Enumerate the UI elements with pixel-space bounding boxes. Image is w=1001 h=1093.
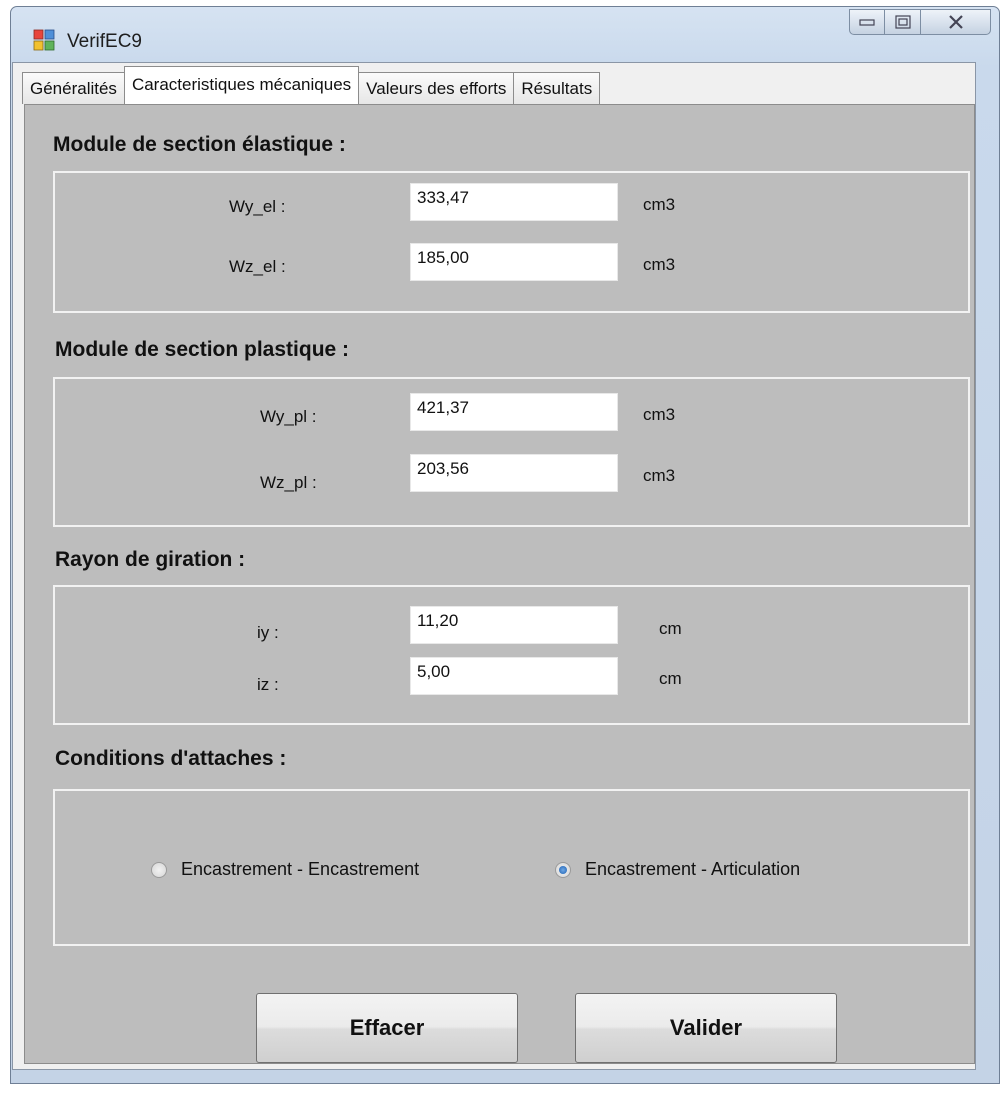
window-title: VerifEC9: [67, 31, 142, 52]
clear-button[interactable]: Effacer: [256, 993, 518, 1063]
close-icon: [948, 15, 963, 29]
wz-el-unit: cm3: [643, 255, 676, 274]
radio-encastrement-encastrement[interactable]: Encastrement - Encastrement: [151, 859, 419, 880]
tab-strip: Généralités Caracteristiques mécaniques …: [22, 66, 601, 104]
validate-button[interactable]: Valider: [575, 993, 837, 1063]
wz-el-input[interactable]: [410, 243, 618, 281]
tab-page-caracteristiques: Module de section élastique : Wy_el : cm…: [24, 104, 975, 1064]
iy-label: iy :: [257, 623, 279, 642]
wz-pl-unit: cm3: [643, 466, 676, 485]
maximize-icon: [894, 15, 911, 29]
radio-label-encastrement-encastrement: Encastrement - Encastrement: [181, 859, 420, 879]
iz-label: iz :: [257, 675, 279, 694]
wy-el-label: Wy_el :: [229, 197, 286, 216]
plastic-section-heading: Module de section plastique :: [55, 338, 350, 361]
wy-pl-label: Wy_pl :: [260, 407, 317, 426]
wz-pl-label: Wz_pl :: [260, 473, 317, 492]
tab-caracteristiques-mecaniques[interactable]: Caracteristiques mécaniques: [123, 66, 360, 104]
radio-button-icon[interactable]: [151, 861, 167, 878]
tab-resultats[interactable]: Résultats: [513, 72, 601, 104]
close-button[interactable]: [921, 9, 991, 35]
wy-pl-unit: cm3: [643, 405, 676, 424]
wz-el-label: Wz_el :: [229, 257, 286, 276]
wy-pl-input[interactable]: [410, 393, 618, 431]
elastic-section-group: Wy_el : cm3 Wz_el : cm3: [53, 171, 970, 313]
title-bar[interactable]: VerifEC9: [11, 7, 999, 69]
wz-pl-input[interactable]: [410, 454, 618, 492]
radio-encastrement-articulation[interactable]: Encastrement - Articulation: [555, 859, 800, 880]
iz-unit: cm: [659, 669, 682, 688]
minimize-icon: [859, 19, 875, 26]
iy-unit: cm: [659, 619, 682, 638]
plastic-section-group: Wy_pl : cm3 Wz_pl : cm3: [53, 377, 970, 527]
wy-el-unit: cm3: [643, 195, 676, 214]
iy-input[interactable]: [410, 606, 618, 644]
maximize-button[interactable]: [885, 9, 921, 35]
tab-generalites[interactable]: Généralités: [22, 72, 125, 104]
radio-button-selected-icon[interactable]: [555, 861, 571, 878]
elastic-section-heading: Module de section élastique :: [53, 133, 346, 156]
radio-label-encastrement-articulation: Encastrement - Articulation: [585, 859, 801, 879]
gyration-section-heading: Rayon de giration :: [55, 548, 246, 571]
gyration-section-group: iy : cm iz : cm: [53, 585, 970, 725]
tab-valeurs-des-efforts[interactable]: Valeurs des efforts: [358, 72, 515, 104]
wy-el-input[interactable]: [410, 183, 618, 221]
minimize-button[interactable]: [849, 9, 885, 35]
attachment-section-group: Encastrement - Encastrement Encastrement…: [53, 789, 970, 946]
window-controls: [849, 9, 991, 35]
iz-input[interactable]: [410, 657, 618, 695]
attachment-section-heading: Conditions d'attaches :: [55, 747, 287, 770]
app-icon: [33, 29, 55, 51]
